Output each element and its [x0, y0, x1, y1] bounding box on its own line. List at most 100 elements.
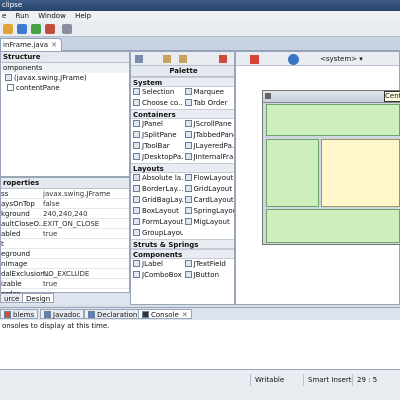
component-icon: [133, 271, 140, 278]
menu-bar: e Run Window Help: [0, 11, 400, 22]
property-value[interactable]: 240,240,240: [43, 209, 88, 218]
look-and-feel-icon[interactable]: [288, 54, 299, 65]
palette-item[interactable]: JInternalFra...: [183, 152, 234, 163]
property-row[interactable]: ss javax.swing.JFrame: [1, 189, 129, 199]
south-panel[interactable]: [266, 209, 400, 243]
property-row[interactable]: aultCloseO... EXIT_ON_CLOSE: [1, 219, 129, 229]
palette-item[interactable]: JDesktopPa...: [131, 152, 183, 163]
palette-category[interactable]: Components: [131, 249, 234, 259]
palette-item[interactable]: JScrollPane: [183, 119, 235, 130]
palette-item[interactable]: BorderLay...: [131, 184, 183, 195]
system-dropdown[interactable]: <system> ▾: [320, 54, 363, 64]
delete-icon[interactable]: [219, 55, 227, 63]
palette-item[interactable]: JComboBox: [131, 270, 183, 281]
palette-item[interactable]: JButton: [183, 270, 235, 281]
palette-item[interactable]: Tab Order: [183, 98, 235, 109]
palette-item[interactable]: JLayeredPa...: [183, 141, 234, 152]
component-icon: [133, 229, 140, 236]
property-value[interactable]: javax.swing.JFrame: [43, 189, 110, 198]
palette-toolbar: [131, 52, 234, 66]
menu-edit[interactable]: e: [2, 12, 6, 20]
tab-source[interactable]: urce: [0, 293, 24, 303]
menu-run[interactable]: Run: [16, 12, 29, 20]
property-row[interactable]: izable true: [1, 279, 129, 289]
property-value[interactable]: true: [43, 229, 57, 238]
tree-item-frame[interactable]: (javax.swing.JFrame): [1, 73, 129, 83]
north-panel[interactable]: [266, 104, 400, 136]
preview-icon[interactable]: [250, 55, 259, 64]
palette-category[interactable]: Struts & Springs: [131, 239, 234, 249]
palette-category[interactable]: System: [131, 77, 234, 87]
palette-item[interactable]: GroupLayout: [131, 228, 183, 239]
palette-item[interactable]: Absolute la...: [131, 173, 183, 184]
palette-item[interactable]: GridBagLay...: [131, 195, 183, 206]
properties-title: roperties: [3, 179, 40, 187]
undo-icon[interactable]: [163, 55, 171, 63]
status-position: 29 : 5: [352, 374, 397, 386]
property-value[interactable]: EXIT_ON_CLOSE: [43, 219, 99, 228]
run-icon[interactable]: [31, 24, 41, 34]
components-label: omponents: [1, 63, 129, 73]
palette-item[interactable]: JToolBar: [131, 141, 183, 152]
component-icon: [133, 120, 140, 127]
center-panel[interactable]: [321, 139, 400, 207]
palette-item[interactable]: FlowLayout: [183, 173, 235, 184]
palette-item[interactable]: [183, 228, 235, 239]
palette-item[interactable]: FormLayout: [131, 217, 183, 228]
jframe-icon: [265, 93, 271, 99]
debug-icon[interactable]: [17, 24, 27, 34]
palette-category[interactable]: Layouts: [131, 163, 234, 173]
close-icon[interactable]: ✕: [182, 311, 188, 319]
tab-design[interactable]: Design: [22, 293, 55, 303]
jframe-preview[interactable]: Center: [262, 90, 400, 245]
menu-window[interactable]: Window: [38, 12, 66, 20]
tab-problems[interactable]: blems: [0, 309, 39, 319]
property-row[interactable]: aysOnTop false: [1, 199, 129, 209]
component-icon: [184, 207, 192, 214]
palette-item[interactable]: JPanel: [131, 119, 183, 130]
tab-javadoc[interactable]: Javadoc: [40, 309, 85, 319]
menu-help[interactable]: Help: [75, 12, 91, 20]
palette-category[interactable]: Containers: [131, 109, 234, 119]
build-icon[interactable]: [3, 24, 13, 34]
property-row[interactable]: eground: [1, 249, 129, 259]
palette-items: JLabel JTextField JComboBox JButton: [131, 259, 234, 281]
property-row[interactable]: t: [1, 239, 129, 249]
close-icon[interactable]: ✕: [51, 41, 57, 49]
tab-console[interactable]: Console ✕: [138, 309, 192, 319]
external-tools-icon[interactable]: [45, 24, 55, 34]
palette-item[interactable]: GridLayout: [183, 184, 235, 195]
property-row[interactable]: kground 240,240,240: [1, 209, 129, 219]
palette-item[interactable]: Selection: [131, 87, 183, 98]
palette-item[interactable]: JSplitPane: [131, 130, 183, 141]
tab-declaration[interactable]: Declaration: [84, 309, 142, 319]
property-row[interactable]: nImage: [1, 259, 129, 269]
property-value[interactable]: true: [43, 279, 57, 288]
tree-item-contentpane[interactable]: contentPane: [1, 83, 129, 93]
palette-settings-icon[interactable]: [135, 55, 143, 63]
redo-icon[interactable]: [179, 55, 187, 63]
property-row[interactable]: abled true: [1, 229, 129, 239]
component-icon: [133, 153, 140, 160]
palette-item[interactable]: Marquee: [183, 87, 235, 98]
property-name: nImage: [1, 260, 28, 268]
property-row[interactable]: dalExclusion... NO_EXCLUDE: [1, 269, 129, 279]
palette-item[interactable]: SpringLayout: [183, 206, 234, 217]
property-name: aultCloseO...: [1, 220, 46, 228]
jframe-title-bar: [263, 91, 400, 103]
palette-item[interactable]: BoxLayout: [131, 206, 183, 217]
palette-item[interactable]: JTextField: [183, 259, 235, 270]
west-panel[interactable]: [266, 139, 319, 207]
palette-item[interactable]: JTabbedPane: [183, 130, 234, 141]
search-icon[interactable]: [62, 24, 72, 34]
palette-item[interactable]: JLabel: [131, 259, 183, 270]
properties-pane: roperties ss javax.swing.JFrame aysOnTop fa…: [0, 177, 130, 299]
property-value[interactable]: NO_EXCLUDE: [43, 269, 89, 278]
editor-tab[interactable]: inFrame.java ✕: [0, 38, 62, 51]
palette-item[interactable]: CardLayout: [183, 195, 235, 206]
palette-item[interactable]: Choose co...: [131, 98, 183, 109]
palette-item[interactable]: MigLayout: [183, 217, 235, 228]
palette-list: System Selection Marquee Choose co... Tab Or…: [131, 77, 234, 281]
design-canvas: <system> ▾ Center: [235, 51, 400, 305]
property-value[interactable]: false: [43, 199, 60, 208]
